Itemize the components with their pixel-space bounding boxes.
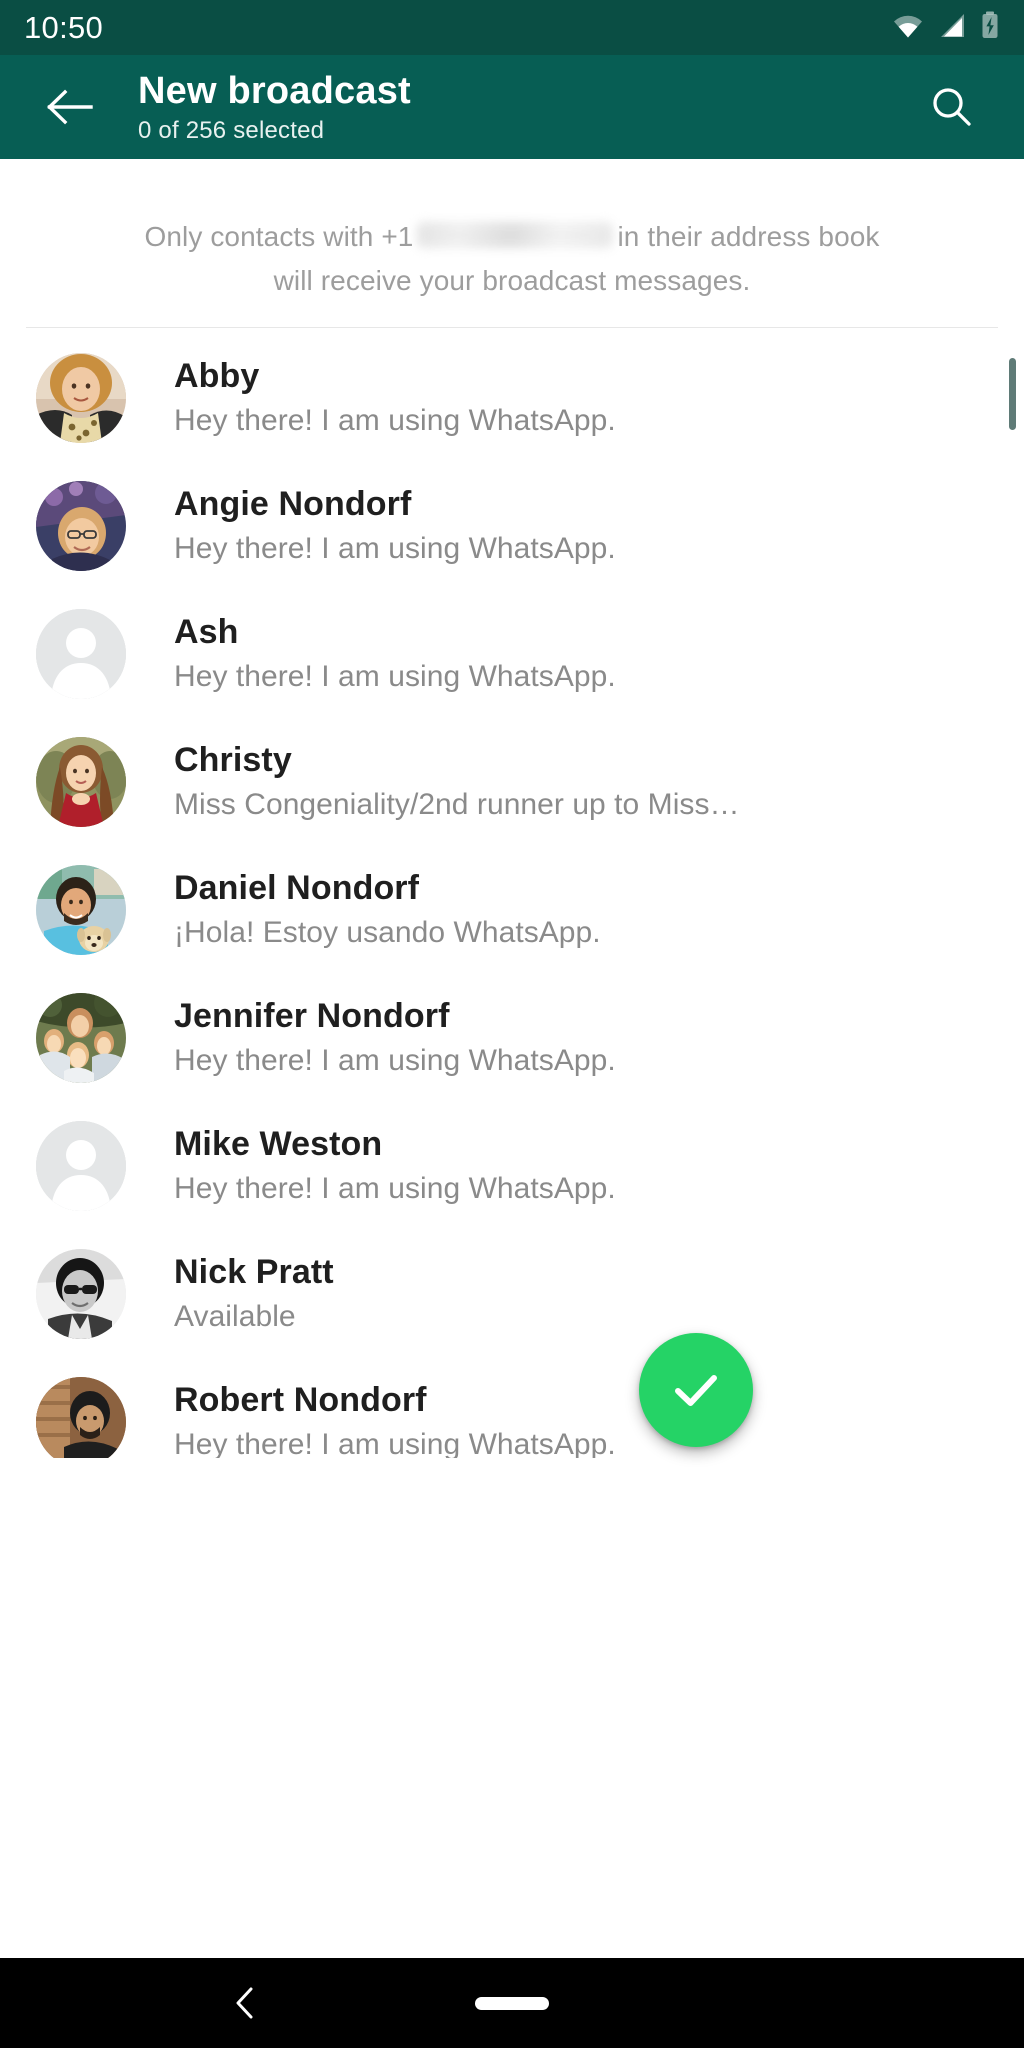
contact-name: Nick Pratt <box>174 1253 334 1291</box>
contact-list-item[interactable]: Christy Miss Congeniality/2nd runner up … <box>0 718 1024 846</box>
whatsapp-new-broadcast-screen: 10:50 New broadcast 0 of 256 selected On… <box>0 0 1024 2048</box>
contact-list-item[interactable]: Angie Nondorf Hey there! I am using What… <box>0 462 1024 590</box>
disclaimer-text-before: Only contacts with +1 <box>144 221 414 252</box>
avatar <box>36 1249 126 1339</box>
contact-text: Daniel Nondorf ¡Hola! Estoy usando Whats… <box>174 867 998 953</box>
arrow-left-icon <box>47 89 93 125</box>
contact-photo <box>36 353 126 443</box>
contact-status: Hey there! I am using WhatsApp. <box>174 1172 616 1205</box>
contact-text: Angie Nondorf Hey there! I am using What… <box>174 483 998 569</box>
contact-text: Christy Miss Congeniality/2nd runner up … <box>174 739 998 825</box>
contact-text: Mike Weston Hey there! I am using WhatsA… <box>174 1123 998 1209</box>
contact-list-item[interactable]: Robert Nondorf Hey there! I am using Wha… <box>0 1358 1024 1458</box>
confirm-broadcast-fab[interactable] <box>639 1333 753 1447</box>
list-divider <box>26 327 998 328</box>
app-bar: New broadcast 0 of 256 selected <box>0 55 1024 159</box>
disclaimer-text-after: in their address book <box>617 221 880 252</box>
default-avatar-icon <box>36 1121 126 1211</box>
avatar <box>36 1121 126 1211</box>
avatar <box>36 737 126 827</box>
contact-name: Christy <box>174 741 292 779</box>
contact-name: Jennifer Nondorf <box>174 997 450 1035</box>
nav-back-button[interactable] <box>222 1979 270 2027</box>
avatar <box>36 993 126 1083</box>
battery-charging-icon <box>980 11 1000 44</box>
search-icon <box>933 88 971 126</box>
nav-home-indicator[interactable] <box>475 1996 549 2010</box>
contact-status: Hey there! I am using WhatsApp. <box>174 404 616 437</box>
contact-name: Mike Weston <box>174 1125 383 1163</box>
page-title: New broadcast <box>138 69 411 112</box>
status-bar: 10:50 <box>0 0 1024 55</box>
disclaimer-line-2: will receive your broadcast messages. <box>273 265 751 296</box>
contact-status: Hey there! I am using WhatsApp. <box>174 1428 616 1458</box>
contact-photo <box>36 1377 126 1458</box>
contact-name: Ash <box>174 613 239 651</box>
contact-list-item[interactable]: Mike Weston Hey there! I am using WhatsA… <box>0 1102 1024 1230</box>
contact-list-item[interactable]: Jennifer Nondorf Hey there! I am using W… <box>0 974 1024 1102</box>
back-button[interactable] <box>38 76 100 138</box>
contact-status: ¡Hola! Estoy usando WhatsApp. <box>174 916 601 949</box>
avatar <box>36 609 126 699</box>
contact-name: Daniel Nondorf <box>174 869 420 907</box>
status-bar-clock: 10:50 <box>24 9 104 45</box>
contact-list-item[interactable]: Daniel Nondorf ¡Hola! Estoy usando Whats… <box>0 846 1024 974</box>
contact-status: Hey there! I am using WhatsApp. <box>174 1044 616 1077</box>
contact-text: Jennifer Nondorf Hey there! I am using W… <box>174 995 998 1081</box>
contact-list-item[interactable]: Abby Hey there! I am using WhatsApp. <box>0 334 1024 462</box>
contact-status: Hey there! I am using WhatsApp. <box>174 532 616 565</box>
default-avatar-icon <box>36 609 126 699</box>
contact-photo <box>36 993 126 1083</box>
contact-photo <box>36 737 126 827</box>
redacted-phone-number <box>417 222 614 248</box>
status-bar-icons <box>892 11 1000 44</box>
contact-status: Available <box>174 1300 296 1333</box>
disclaimer-line-1: Only contacts with +1 in their address bo… <box>26 215 998 259</box>
contact-status: Hey there! I am using WhatsApp. <box>174 660 616 693</box>
contact-name: Robert Nondorf <box>174 1381 427 1419</box>
app-bar-titles: New broadcast 0 of 256 selected <box>138 69 918 146</box>
contact-photo <box>36 481 126 571</box>
contact-name: Abby <box>174 357 260 395</box>
contact-photo <box>36 1249 126 1339</box>
contact-list[interactable]: Abby Hey there! I am using WhatsApp. Ang… <box>0 334 1024 1458</box>
contact-text: Abby Hey there! I am using WhatsApp. <box>174 355 998 441</box>
avatar <box>36 481 126 571</box>
avatar <box>36 1377 126 1458</box>
check-icon <box>675 1375 717 1406</box>
contact-text: Nick Pratt Available <box>174 1251 998 1337</box>
search-button[interactable] <box>918 74 984 140</box>
contact-text: Robert Nondorf Hey there! I am using Wha… <box>174 1379 998 1458</box>
contact-text: Ash Hey there! I am using WhatsApp. <box>174 611 998 697</box>
cell-signal-icon <box>938 13 966 43</box>
contact-name: Angie Nondorf <box>174 485 412 523</box>
android-navigation-bar <box>0 1958 1024 2048</box>
contact-list-item[interactable]: Nick Pratt Available <box>0 1230 1024 1358</box>
broadcast-disclaimer: Only contacts with +1 in their address bo… <box>0 159 1024 303</box>
selection-count-subtitle: 0 of 256 selected <box>138 116 325 144</box>
avatar <box>36 865 126 955</box>
avatar <box>36 353 126 443</box>
contact-photo <box>36 865 126 955</box>
nav-back-icon <box>236 1987 253 2019</box>
contact-list-item[interactable]: Ash Hey there! I am using WhatsApp. <box>0 590 1024 718</box>
wifi-icon <box>892 13 924 43</box>
contact-status: Miss Congeniality/2nd runner up to Miss… <box>174 788 740 821</box>
